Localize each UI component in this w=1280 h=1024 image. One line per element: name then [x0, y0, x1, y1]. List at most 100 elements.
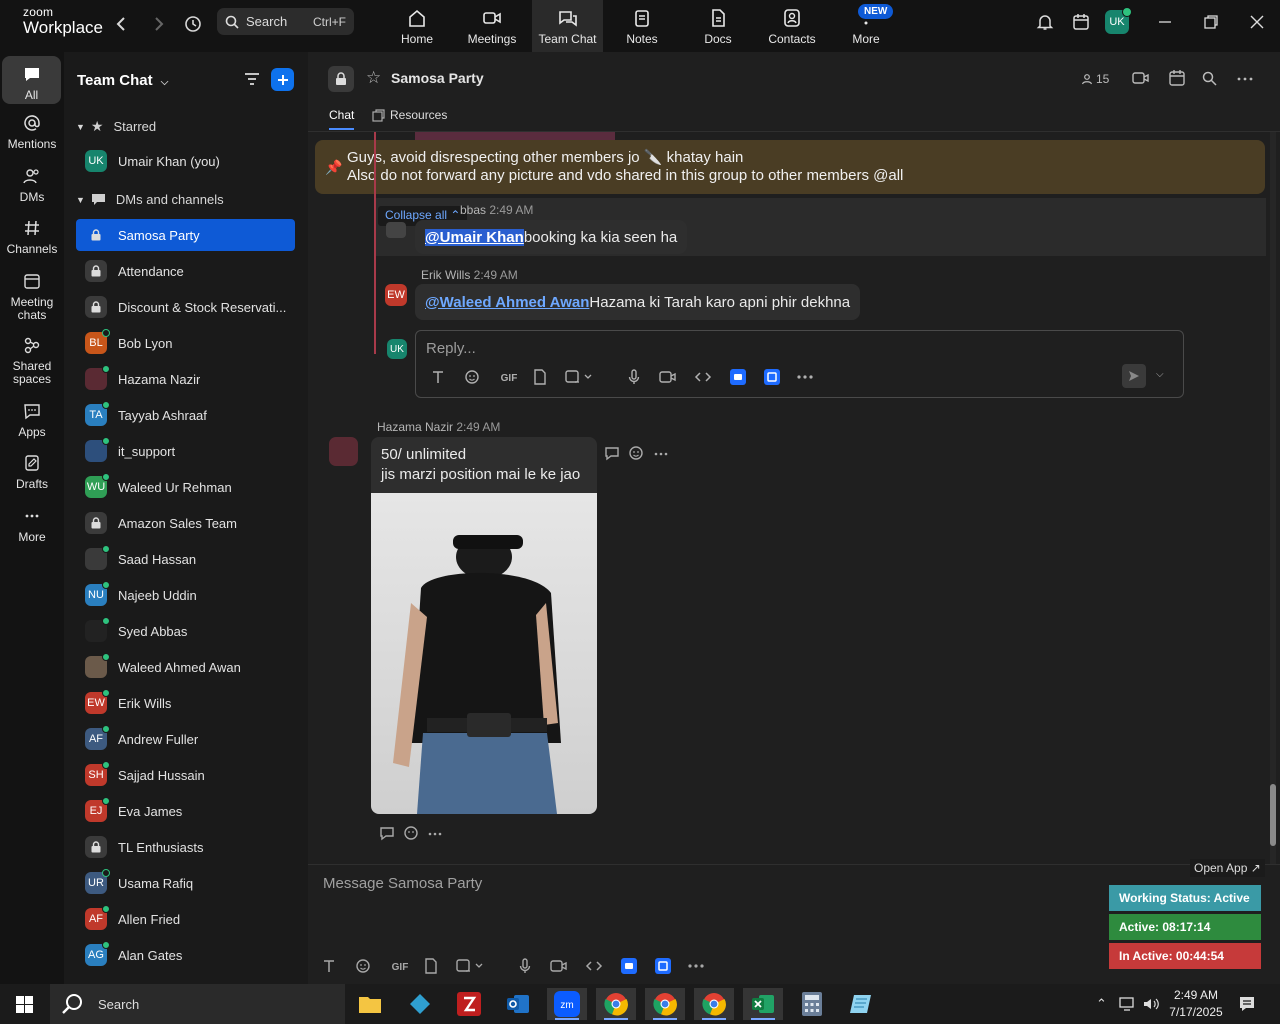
app-blue-2-icon[interactable]: [655, 958, 671, 974]
tab-resources[interactable]: Resources: [372, 108, 447, 122]
calendar-icon[interactable]: [1072, 13, 1090, 31]
scrollbar-thumb[interactable]: [1270, 784, 1276, 846]
chat-title[interactable]: Samosa Party: [391, 70, 484, 86]
text-format-icon[interactable]: [430, 369, 446, 385]
sidebar-item-eva-james[interactable]: EJ Eva James: [76, 795, 295, 827]
star-icon[interactable]: ☆: [366, 68, 381, 88]
sidebar-item-najeeb-uddin[interactable]: NU Najeeb Uddin: [76, 579, 295, 611]
app-blue-icon[interactable]: [730, 369, 746, 385]
chrome-icon[interactable]: [694, 988, 734, 1020]
rail-mentions[interactable]: Mentions: [0, 114, 64, 151]
sidebar-item-waleed-ahmed-awan[interactable]: Waleed Ahmed Awan: [76, 651, 295, 683]
emoji-icon[interactable]: [464, 369, 480, 385]
filter-icon[interactable]: [243, 71, 261, 87]
scrollbar-track[interactable]: [1270, 132, 1276, 864]
text-format-icon[interactable]: [321, 958, 337, 974]
more-tools-icon[interactable]: [687, 958, 705, 974]
chevron-down-icon[interactable]: ⌵: [1156, 369, 1164, 380]
file-icon[interactable]: [532, 369, 548, 385]
search-box[interactable]: Search Ctrl+F: [217, 8, 354, 35]
thread-message-1[interactable]: @Umair Khan booking ka kia seen ha: [415, 220, 688, 254]
back-arrow-icon[interactable]: [112, 14, 132, 34]
gif-icon[interactable]: GIF: [389, 958, 411, 974]
add-reaction-icon[interactable]: [628, 445, 644, 461]
chrome-icon[interactable]: [645, 988, 685, 1020]
mention-waleed-ahmed-awan[interactable]: @Waleed Ahmed Awan: [425, 294, 589, 311]
rail-meeting-chats[interactable]: Meeting chats: [0, 272, 64, 322]
reply-thread-icon[interactable]: [379, 826, 395, 841]
history-icon[interactable]: [183, 14, 203, 34]
sidebar-item-hazama-nazir[interactable]: Hazama Nazir: [76, 363, 295, 395]
sidebar-item-andrew-fuller[interactable]: AF Andrew Fuller: [76, 723, 295, 755]
sidebar-item-it-support[interactable]: it_support: [76, 435, 295, 467]
send-button[interactable]: [1122, 364, 1146, 388]
code-snippet-icon[interactable]: [585, 958, 603, 974]
thread-message-2[interactable]: @Waleed Ahmed Awan Hazama ki Tarah karo …: [415, 284, 861, 320]
sidebar-item-discount-stock-reservati[interactable]: Discount & Stock Reservati...: [76, 291, 295, 323]
volume-icon[interactable]: [1142, 996, 1160, 1012]
file-explorer-icon[interactable]: [350, 988, 390, 1020]
rail-all[interactable]: All: [2, 56, 61, 104]
tab-chat[interactable]: Chat: [329, 108, 355, 130]
screenshot-icon[interactable]: [565, 369, 593, 385]
outlook-icon[interactable]: [498, 988, 538, 1020]
more-tools-icon[interactable]: [796, 369, 814, 385]
sidebar-item-bob-lyon[interactable]: BL Bob Lyon: [76, 327, 295, 359]
sidebar-item-attendance[interactable]: Attendance: [76, 255, 295, 287]
tab-team-chat[interactable]: Team Chat: [532, 0, 603, 52]
tab-home[interactable]: Home: [392, 0, 442, 52]
member-count-button[interactable]: 15: [1081, 72, 1109, 86]
network-icon[interactable]: [1118, 996, 1136, 1012]
app-diamond-icon[interactable]: [400, 988, 440, 1020]
restore-icon[interactable]: [1202, 13, 1220, 31]
rail-drafts[interactable]: Drafts: [0, 454, 64, 491]
more-actions-icon[interactable]: [428, 832, 442, 836]
video-message-icon[interactable]: [659, 369, 677, 385]
sidebar-item-tl-enthusiasts[interactable]: TL Enthusiasts: [76, 831, 295, 863]
mention-umair-khan[interactable]: @Umair Khan: [425, 228, 524, 246]
app-blue-2-icon[interactable]: [764, 369, 780, 385]
more-options-icon[interactable]: [1237, 77, 1253, 81]
sidebar-item-allen-fried[interactable]: AF Allen Fried: [76, 903, 295, 935]
notes-app-icon[interactable]: [841, 988, 881, 1020]
file-icon[interactable]: [423, 958, 439, 974]
tab-notes[interactable]: Notes: [622, 0, 662, 52]
main-message-bubble[interactable]: 50/ unlimited jis marzi position mai le …: [371, 437, 597, 493]
sidebar-item-samosa-party[interactable]: Samosa Party: [76, 219, 295, 251]
rail-more[interactable]: More: [0, 507, 64, 544]
sidebar-item-usama-rafiq[interactable]: UR Usama Rafiq: [76, 867, 295, 899]
reply-thread-icon[interactable]: [604, 446, 620, 461]
sidebar-item-syed-abbas[interactable]: Syed Abbas: [76, 615, 295, 647]
app-blue-icon[interactable]: [621, 958, 637, 974]
tab-contacts[interactable]: Contacts: [766, 0, 818, 52]
forward-arrow-icon[interactable]: [148, 14, 168, 34]
windows-start-icon[interactable]: [16, 996, 33, 1013]
tab-meetings[interactable]: Meetings: [466, 0, 518, 52]
sidebar-item-tayyab-ashraaf[interactable]: TA Tayyab Ashraaf: [76, 399, 295, 431]
screenshot-icon[interactable]: [456, 958, 484, 974]
emoji-icon[interactable]: [355, 958, 371, 974]
zoom-taskbar-icon[interactable]: zm: [547, 988, 587, 1020]
code-snippet-icon[interactable]: [694, 369, 712, 385]
system-tray-chevron-icon[interactable]: ⌃: [1096, 996, 1107, 1012]
taskbar-clock[interactable]: 2:49 AM 7/17/2025: [1168, 987, 1224, 1021]
shared-photo[interactable]: [371, 493, 597, 814]
sidebar-item-waleed-ur-rehman[interactable]: WU Waleed Ur Rehman: [76, 471, 295, 503]
message-input[interactable]: Message Samosa Party: [323, 875, 482, 892]
starred-section[interactable]: ▼ ★ Starred: [76, 118, 156, 135]
new-chat-button[interactable]: [271, 68, 294, 91]
sidebar-item-sajjad-hussain[interactable]: SH Sajjad Hussain: [76, 759, 295, 791]
minimize-icon[interactable]: [1156, 13, 1174, 31]
sidebar-item-alan-gates[interactable]: AG Alan Gates: [76, 939, 295, 971]
notification-bell-icon[interactable]: [1036, 13, 1054, 31]
more-actions-icon[interactable]: [654, 452, 668, 456]
rail-apps[interactable]: Apps: [0, 402, 64, 439]
rail-channels[interactable]: Channels: [0, 219, 64, 256]
sidebar-item-umair-khan[interactable]: UK Umair Khan (you): [76, 145, 295, 177]
microphone-icon[interactable]: [626, 369, 642, 385]
sidebar-title[interactable]: Team Chat ⌵: [77, 72, 168, 89]
close-icon[interactable]: [1248, 13, 1266, 31]
rail-dms[interactable]: DMs: [0, 167, 64, 204]
tab-docs[interactable]: Docs: [700, 0, 736, 52]
open-app-button[interactable]: Open App ↗: [1190, 859, 1265, 877]
